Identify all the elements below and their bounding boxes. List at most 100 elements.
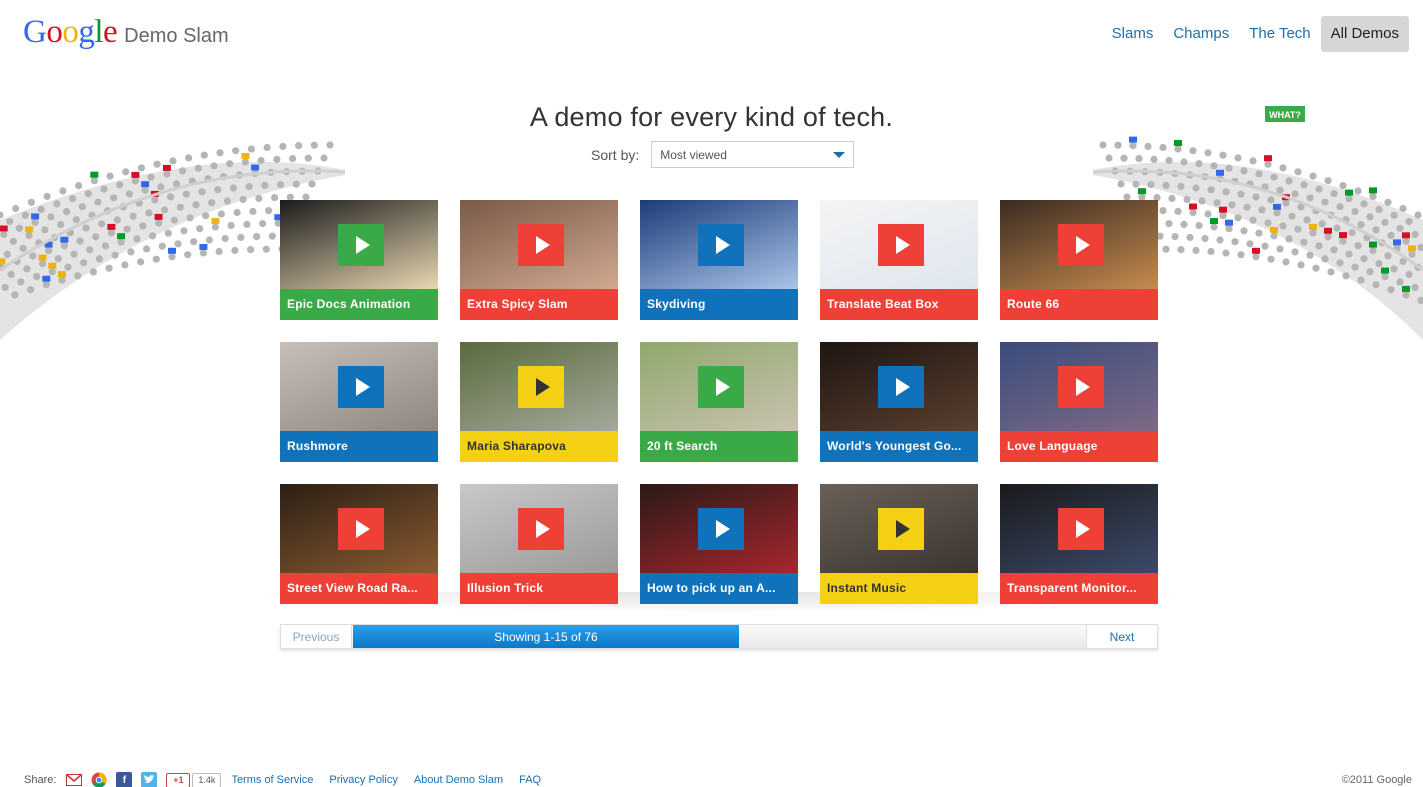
play-triangle-icon [715,520,730,538]
video-thumbnail[interactable] [460,484,618,573]
video-thumbnail[interactable] [640,342,798,431]
gmail-icon[interactable] [66,772,83,787]
footer-link-terms[interactable]: Terms of Service [231,774,313,786]
video-thumbnail[interactable] [640,484,798,573]
demo-title[interactable]: Skydiving [640,289,798,320]
pagination: Previous Showing 1-15 of 76 Next [280,624,1158,649]
demo-tile[interactable]: How to pick up an A... [640,484,798,604]
play-icon[interactable] [338,366,384,408]
sort-control: Sort by: Most viewed [591,141,855,168]
play-icon[interactable] [518,366,564,408]
play-icon[interactable] [1058,508,1104,550]
play-icon[interactable] [698,366,744,408]
play-icon[interactable] [518,508,564,550]
demo-title[interactable]: Street View Road Ra... [280,573,438,604]
play-icon[interactable] [878,366,924,408]
chevron-down-icon [833,151,846,158]
footer-link-about[interactable]: About Demo Slam [414,774,503,786]
page-title: A demo for every kind of tech. [529,102,894,132]
video-thumbnail[interactable] [1000,200,1158,289]
twitter-icon[interactable] [141,772,158,787]
logo-letter: l [94,14,104,50]
nav-the-tech[interactable]: The Tech [1239,16,1320,52]
plusone-button[interactable]: +1 [166,772,191,787]
play-icon[interactable] [1058,224,1104,266]
demo-tile[interactable]: Love Language [1000,342,1158,462]
video-thumbnail[interactable] [460,200,618,289]
share-label: Share: [24,774,57,786]
demo-tile[interactable]: World's Youngest Go... [820,342,978,462]
play-icon[interactable] [338,508,384,550]
google-demo-slam-logo[interactable]: Google Demo Slam [23,14,229,51]
logo-letter: o [46,14,63,50]
sort-dropdown[interactable]: Most viewed [651,141,855,168]
play-triangle-icon [715,236,730,254]
next-button[interactable]: Next [1086,625,1157,648]
demo-title[interactable]: World's Youngest Go... [820,431,978,462]
nav-slams[interactable]: Slams [1102,16,1164,52]
demo-tile[interactable]: Maria Sharapova [460,342,618,462]
demo-tile[interactable]: Route 66 [1000,200,1158,320]
demo-title[interactable]: Instant Music [820,573,978,604]
demo-title[interactable]: Transparent Monitor... [1000,573,1158,604]
demo-title[interactable]: How to pick up an A... [640,573,798,604]
video-thumbnail[interactable] [280,342,438,431]
pagination-status: Showing 1-15 of 76 [494,629,598,644]
nav-champs[interactable]: Champs [1163,16,1239,52]
demo-title[interactable]: Illusion Trick [460,573,618,604]
demo-tile[interactable]: Rushmore [280,342,438,462]
demo-tile[interactable]: Epic Docs Animation [280,200,438,320]
play-icon[interactable] [518,224,564,266]
play-triangle-icon [355,378,370,396]
sort-label: Sort by: [591,146,640,163]
play-icon[interactable] [338,224,384,266]
footer-link-privacy[interactable]: Privacy Policy [329,774,397,786]
footer: Share: f +1 1.4k Terms of Service Privac… [24,772,557,787]
previous-button[interactable]: Previous [281,625,352,648]
demo-tile[interactable]: Extra Spicy Slam [460,200,618,320]
demo-tile[interactable]: Illusion Trick [460,484,618,604]
video-thumbnail[interactable] [460,342,618,431]
play-icon[interactable] [698,224,744,266]
demo-title[interactable]: Love Language [1000,431,1158,462]
demo-tile[interactable]: Transparent Monitor... [1000,484,1158,604]
video-thumbnail[interactable] [820,200,978,289]
demo-title[interactable]: Rushmore [280,431,438,462]
nav-all-demos[interactable]: All Demos [1320,16,1409,52]
play-icon[interactable] [878,224,924,266]
video-thumbnail[interactable] [640,200,798,289]
video-thumbnail[interactable] [280,484,438,573]
video-thumbnail[interactable] [280,200,438,289]
demo-title[interactable]: Route 66 [1000,289,1158,320]
demo-title[interactable]: 20 ft Search [640,431,798,462]
play-triangle-icon [535,378,550,396]
video-thumbnail[interactable] [820,484,978,573]
demo-title[interactable]: Extra Spicy Slam [460,289,618,320]
play-triangle-icon [895,378,910,396]
play-triangle-icon [535,236,550,254]
demo-title[interactable]: Epic Docs Animation [280,289,438,320]
demo-tile[interactable]: Street View Road Ra... [280,484,438,604]
video-thumbnail[interactable] [820,342,978,431]
play-triangle-icon [355,236,370,254]
play-icon[interactable] [1058,366,1104,408]
demo-tile[interactable]: 20 ft Search [640,342,798,462]
play-icon[interactable] [698,508,744,550]
demo-tile[interactable]: Translate Beat Box [820,200,978,320]
facebook-icon[interactable]: f [116,772,133,787]
chrome-icon[interactable] [91,772,107,787]
play-icon[interactable] [878,508,924,550]
play-triangle-icon [355,520,370,538]
copyright: ©2011 Google [1341,774,1412,786]
demo-tile[interactable]: Skydiving [640,200,798,320]
play-triangle-icon [895,236,910,254]
demo-title[interactable]: Translate Beat Box [820,289,978,320]
video-thumbnail[interactable] [1000,342,1158,431]
plusone-count: 1.4k [192,772,222,787]
demo-title[interactable]: Maria Sharapova [460,431,618,462]
footer-link-faq[interactable]: FAQ [519,774,541,786]
video-thumbnail[interactable] [1000,484,1158,573]
logo-subtitle: Demo Slam [124,25,229,47]
demo-tile[interactable]: Instant Music [820,484,978,604]
logo-letter: G [23,14,47,50]
